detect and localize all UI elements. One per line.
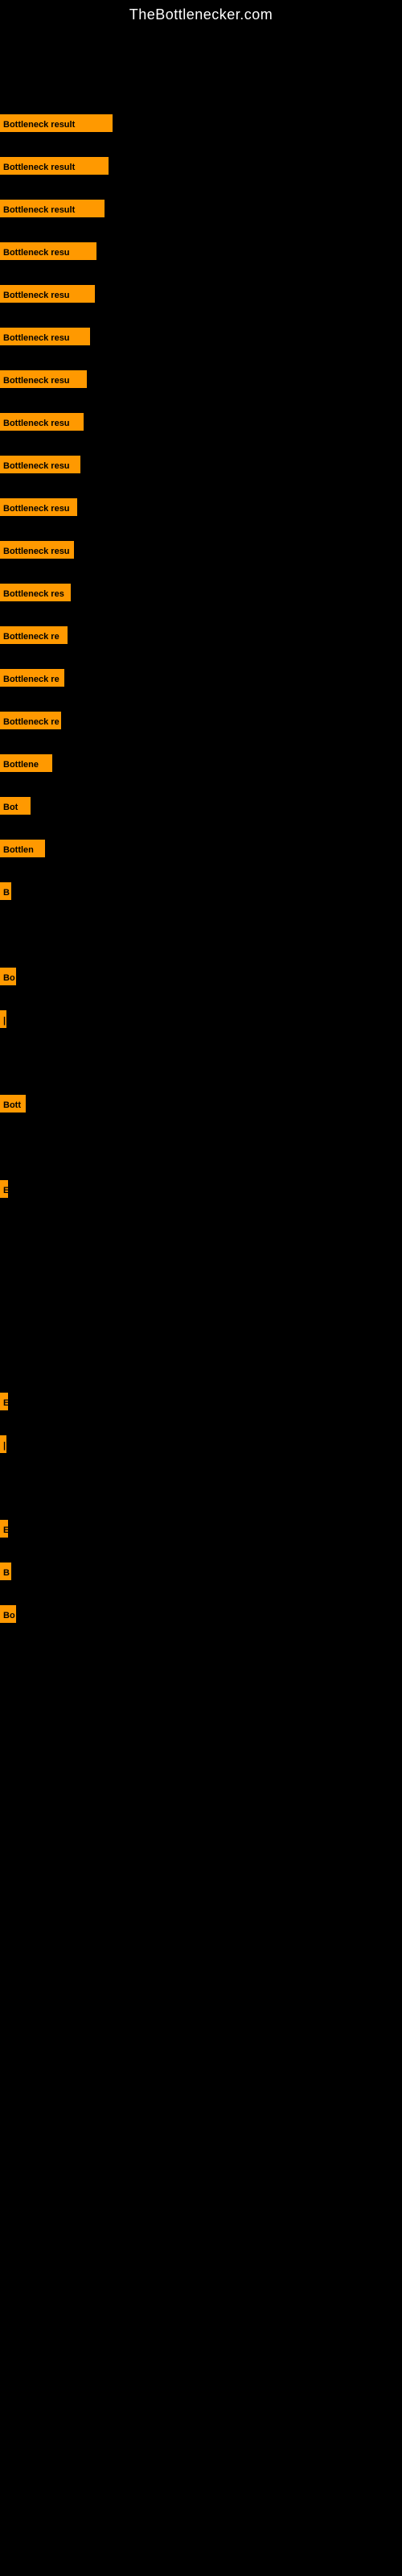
bar-label: | [0, 1435, 6, 1453]
bar-row: Bottleneck resu [0, 541, 82, 559]
bar-label: B [0, 882, 11, 900]
bar-row: Bo [0, 968, 24, 985]
bar-label: Bottleneck resu [0, 413, 84, 431]
bar-label: Bottleneck resu [0, 541, 74, 559]
bar-label: Bot [0, 797, 31, 815]
bar-row: Bottlene [0, 754, 60, 772]
bar-label: Bottleneck resu [0, 285, 95, 303]
bar-label: Bottleneck result [0, 157, 109, 175]
bar-row: B [0, 882, 19, 900]
bar-row: B [0, 1563, 19, 1580]
bar-row: | [0, 1010, 14, 1028]
bar-label: Bottleneck resu [0, 498, 77, 516]
bar-label: B [0, 1563, 11, 1580]
bar-label: E [0, 1520, 8, 1538]
bar-row: Bottleneck re [0, 712, 69, 729]
bar-row: E [0, 1520, 16, 1538]
bar-row: E [0, 1180, 16, 1198]
bar-row: Bottleneck res [0, 584, 79, 601]
bar-label: E [0, 1393, 8, 1410]
bar-label: Bottleneck result [0, 200, 105, 217]
bar-label: Bottleneck res [0, 584, 71, 601]
bar-label: Bottleneck result [0, 114, 113, 132]
bar-label: E [0, 1180, 8, 1198]
bar-row: Bottleneck resu [0, 328, 98, 345]
bar-label: Bottleneck resu [0, 242, 96, 260]
bar-row: Bottleneck resu [0, 456, 88, 473]
bar-label: Bottleneck re [0, 669, 64, 687]
bar-label: Bottlen [0, 840, 45, 857]
bar-label: Bott [0, 1095, 26, 1113]
bar-row: Bottleneck result [0, 157, 117, 175]
bar-label: Bottleneck resu [0, 456, 80, 473]
bar-row: Bottleneck re [0, 626, 76, 644]
bar-label: Bo [0, 968, 16, 985]
bar-row: Bottleneck re [0, 669, 72, 687]
bar-row: Bo [0, 1605, 24, 1623]
bar-row: Bottleneck resu [0, 413, 92, 431]
bar-label: Bottleneck resu [0, 370, 87, 388]
bar-label: Bottlene [0, 754, 52, 772]
bar-row: E [0, 1393, 16, 1410]
bar-label: Bo [0, 1605, 16, 1623]
bar-row: Bottleneck result [0, 114, 121, 132]
bar-label: Bottleneck resu [0, 328, 90, 345]
bar-row: Bottleneck resu [0, 370, 95, 388]
bar-row: Bottleneck resu [0, 242, 105, 260]
bar-label: Bottleneck re [0, 626, 68, 644]
bar-row: | [0, 1435, 14, 1453]
bar-row: Bottleneck resu [0, 285, 103, 303]
bar-row: Bottleneck resu [0, 498, 85, 516]
bar-row: Bott [0, 1095, 34, 1113]
bar-label: | [0, 1010, 6, 1028]
bar-row: Bot [0, 797, 39, 815]
bar-row: Bottlen [0, 840, 53, 857]
site-title: TheBottlenecker.com [0, 0, 402, 27]
bar-label: Bottleneck re [0, 712, 61, 729]
bar-row: Bottleneck result [0, 200, 113, 217]
